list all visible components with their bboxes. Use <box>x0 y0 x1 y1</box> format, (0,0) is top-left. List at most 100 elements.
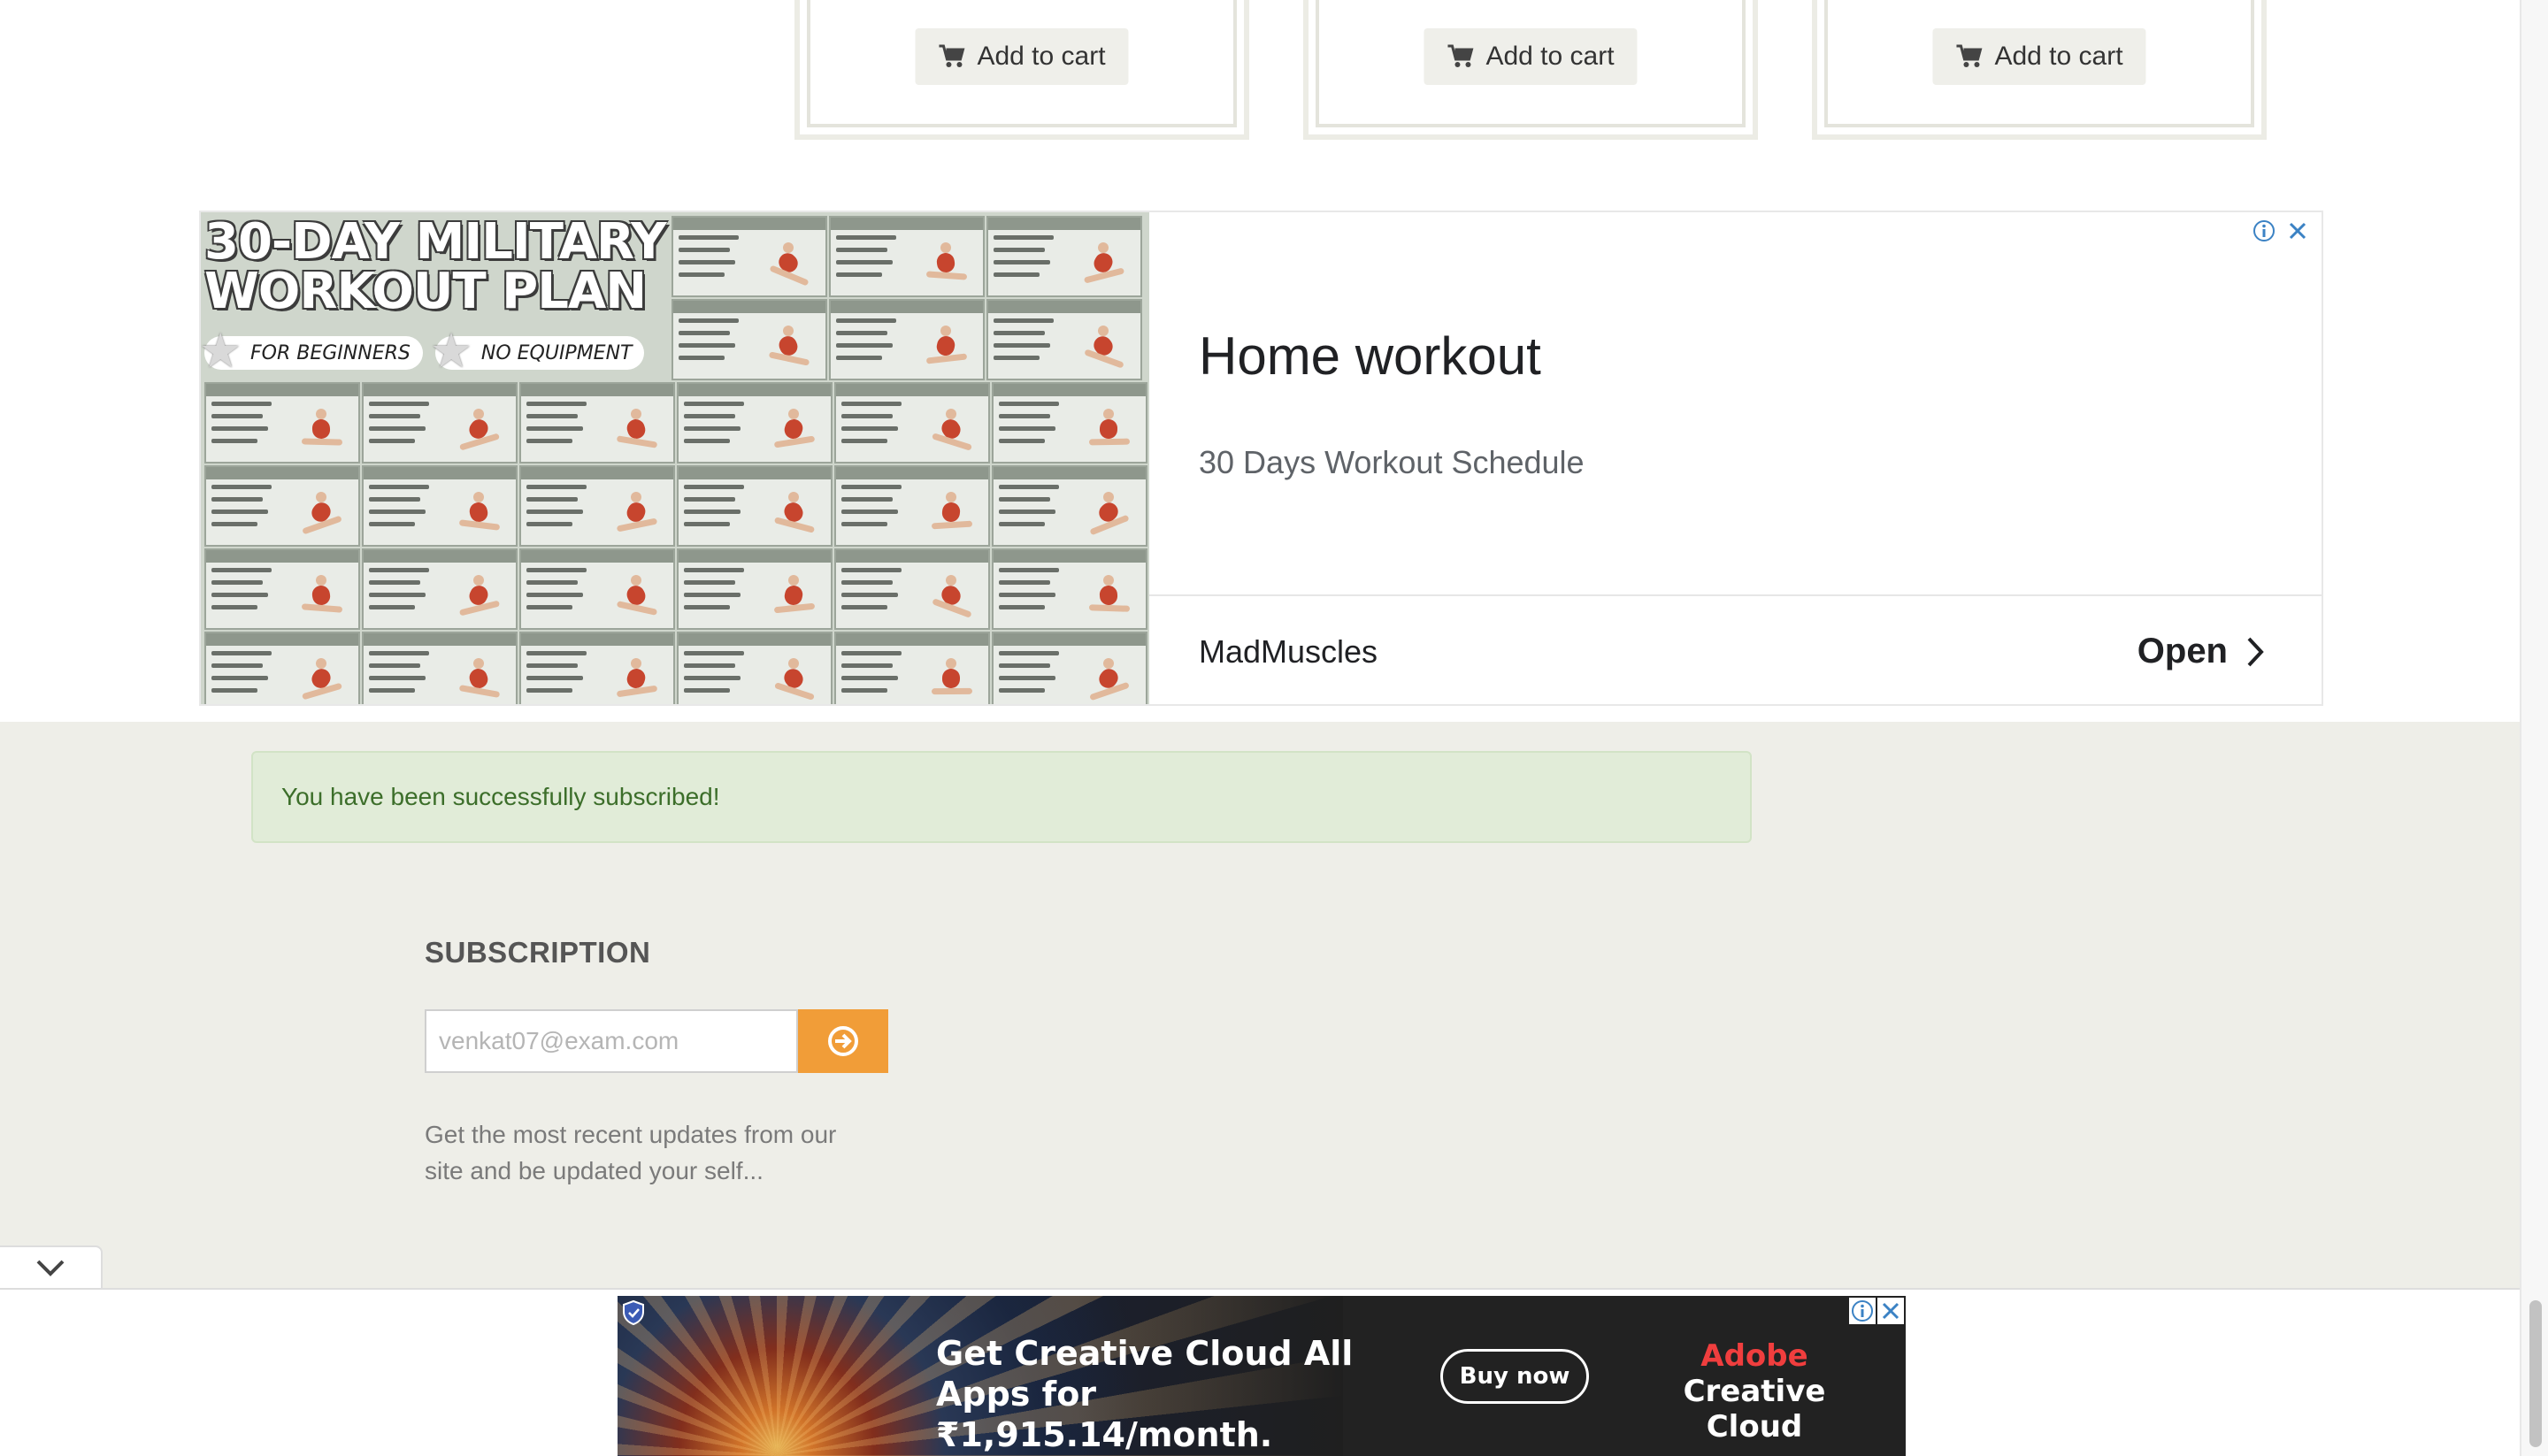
arrow-circle-right-icon <box>828 1026 858 1056</box>
exercise-figure <box>921 239 974 288</box>
exercise-figure <box>926 405 979 455</box>
plan-tag-equipment: ★ NO EQUIPMENT <box>430 327 645 375</box>
exercise-figure <box>454 405 507 455</box>
workout-plan-image[interactable]: 30-DAY MILITARY WORKOUT PLAN ★ FOR BEGIN… <box>201 212 1149 704</box>
workout-day-cell <box>204 465 360 547</box>
workout-ad-banner[interactable]: 30-DAY MILITARY WORKOUT PLAN ★ FOR BEGIN… <box>199 211 2323 706</box>
plan-title-line2: WORKOUT PLAN <box>204 263 647 320</box>
exercise-figure <box>611 571 664 621</box>
star-icon: ★ <box>201 323 242 379</box>
workout-day-cell <box>362 632 518 704</box>
workout-day-cell <box>672 299 827 380</box>
exercise-figure <box>454 571 507 621</box>
workout-day-cell <box>204 632 360 704</box>
star-icon: ★ <box>429 323 473 379</box>
add-to-cart-label: Add to cart <box>1485 42 1615 71</box>
workout-day-cell <box>992 632 1147 704</box>
ad-open-button[interactable]: Open <box>2137 632 2265 671</box>
ad-close-icon[interactable] <box>2286 219 2309 242</box>
exercise-figure <box>1078 239 1132 288</box>
exercise-figure <box>611 655 664 704</box>
workout-day-cell <box>992 465 1147 547</box>
ad-subtitle: 30 Days Workout Schedule <box>1199 444 1585 480</box>
ad-open-label: Open <box>2137 632 2228 671</box>
page-scrollbar[interactable] <box>2520 0 2548 1456</box>
subscription-form <box>425 1009 888 1073</box>
exercise-figure <box>296 405 349 455</box>
subscription-description: Get the most recent updates from our sit… <box>425 1121 837 1184</box>
exercise-figure <box>769 655 822 704</box>
cart-icon <box>1447 44 1474 67</box>
exercise-figure <box>454 655 507 704</box>
workout-day-cell <box>992 548 1147 630</box>
plan-title-line1: 30-DAY MILITARY <box>204 213 667 271</box>
workout-day-cell <box>362 548 518 630</box>
plan-title-block: 30-DAY MILITARY WORKOUT PLAN ★ FOR BEGIN… <box>201 213 668 377</box>
exercise-figure <box>764 322 817 372</box>
exercise-figure <box>926 488 979 538</box>
product-card: Add to cart <box>1812 0 2267 140</box>
plan-tag-beginners: ★ FOR BEGINNERS <box>201 327 423 375</box>
cart-icon <box>1956 44 1983 67</box>
workout-day-cell <box>362 465 518 547</box>
product-strip: Add to cart Add to cart Add to cart <box>0 0 2520 211</box>
workout-day-cell <box>677 632 833 704</box>
exercise-figure <box>611 488 664 538</box>
cart-icon <box>939 44 965 67</box>
subscription-heading: SUBSCRIPTION <box>425 936 651 969</box>
workout-day-cell <box>834 382 990 464</box>
exercise-figure <box>921 322 974 372</box>
creative-cloud-ad[interactable]: Get Creative Cloud All Apps for ₹1,915.1… <box>618 1296 1906 1456</box>
success-alert: You have been successfully subscribed! <box>251 751 1752 843</box>
exercise-figure <box>926 571 979 621</box>
workout-day-cell <box>677 548 833 630</box>
exercise-figure <box>296 571 349 621</box>
add-to-cart-button[interactable]: Add to cart <box>1424 28 1638 85</box>
email-field[interactable] <box>425 1009 798 1073</box>
exercise-figure <box>1084 405 1137 455</box>
ad-info-icon[interactable] <box>2253 219 2276 242</box>
ad-close-icon[interactable] <box>1877 1298 1904 1324</box>
exercise-figure <box>764 239 817 288</box>
ad-shield-icon <box>623 1299 644 1326</box>
add-to-cart-button[interactable]: Add to cart <box>915 28 1129 85</box>
scrollbar-thumb[interactable] <box>2529 1300 2542 1447</box>
exercise-figure <box>926 655 979 704</box>
workout-day-cell <box>677 382 833 464</box>
exercise-figure <box>1084 571 1137 621</box>
subscribe-button[interactable] <box>798 1009 888 1073</box>
ad-divider <box>1149 594 2322 596</box>
add-to-cart-button[interactable]: Add to cart <box>1932 28 2146 85</box>
add-to-cart-label: Add to cart <box>1994 42 2123 71</box>
product-card: Add to cart <box>794 0 1249 140</box>
ad-text-panel[interactable]: Home workout 30 Days Workout Schedule Ma… <box>1149 212 2322 704</box>
workout-day-cell <box>362 382 518 464</box>
workout-day-cell <box>992 382 1147 464</box>
workout-day-cell <box>986 299 1142 380</box>
exercise-figure <box>1078 322 1132 372</box>
workout-day-cell <box>204 382 360 464</box>
buy-now-button[interactable]: Buy now <box>1440 1349 1589 1404</box>
workout-day-cell <box>519 632 675 704</box>
cc-ad-headline[interactable]: Get Creative Cloud All Apps for ₹1,915.1… <box>936 1333 1431 1455</box>
chevron-right-icon <box>2247 637 2264 666</box>
workout-day-cell <box>519 465 675 547</box>
workout-day-cell <box>677 465 833 547</box>
workout-day-cell <box>834 548 990 630</box>
ad-info-icon[interactable] <box>1849 1298 1876 1324</box>
workout-day-cell <box>986 216 1142 297</box>
ad-advertiser[interactable]: MadMuscles <box>1199 633 1378 671</box>
exercise-figure <box>1084 488 1137 538</box>
exercise-figure <box>611 405 664 455</box>
workout-day-cell <box>829 299 985 380</box>
ad-headline[interactable]: Home workout <box>1199 326 1541 387</box>
workout-day-cell <box>204 548 360 630</box>
product-card: Add to cart <box>1303 0 1758 140</box>
workout-day-cell <box>829 216 985 297</box>
exercise-figure <box>1084 655 1137 704</box>
chevron-down-icon <box>36 1260 65 1276</box>
exercise-figure <box>454 488 507 538</box>
workout-day-cell <box>834 632 990 704</box>
subscription-footer: You have been successfully subscribed! S… <box>0 722 2520 1288</box>
collapse-ad-toggle[interactable] <box>0 1245 103 1288</box>
